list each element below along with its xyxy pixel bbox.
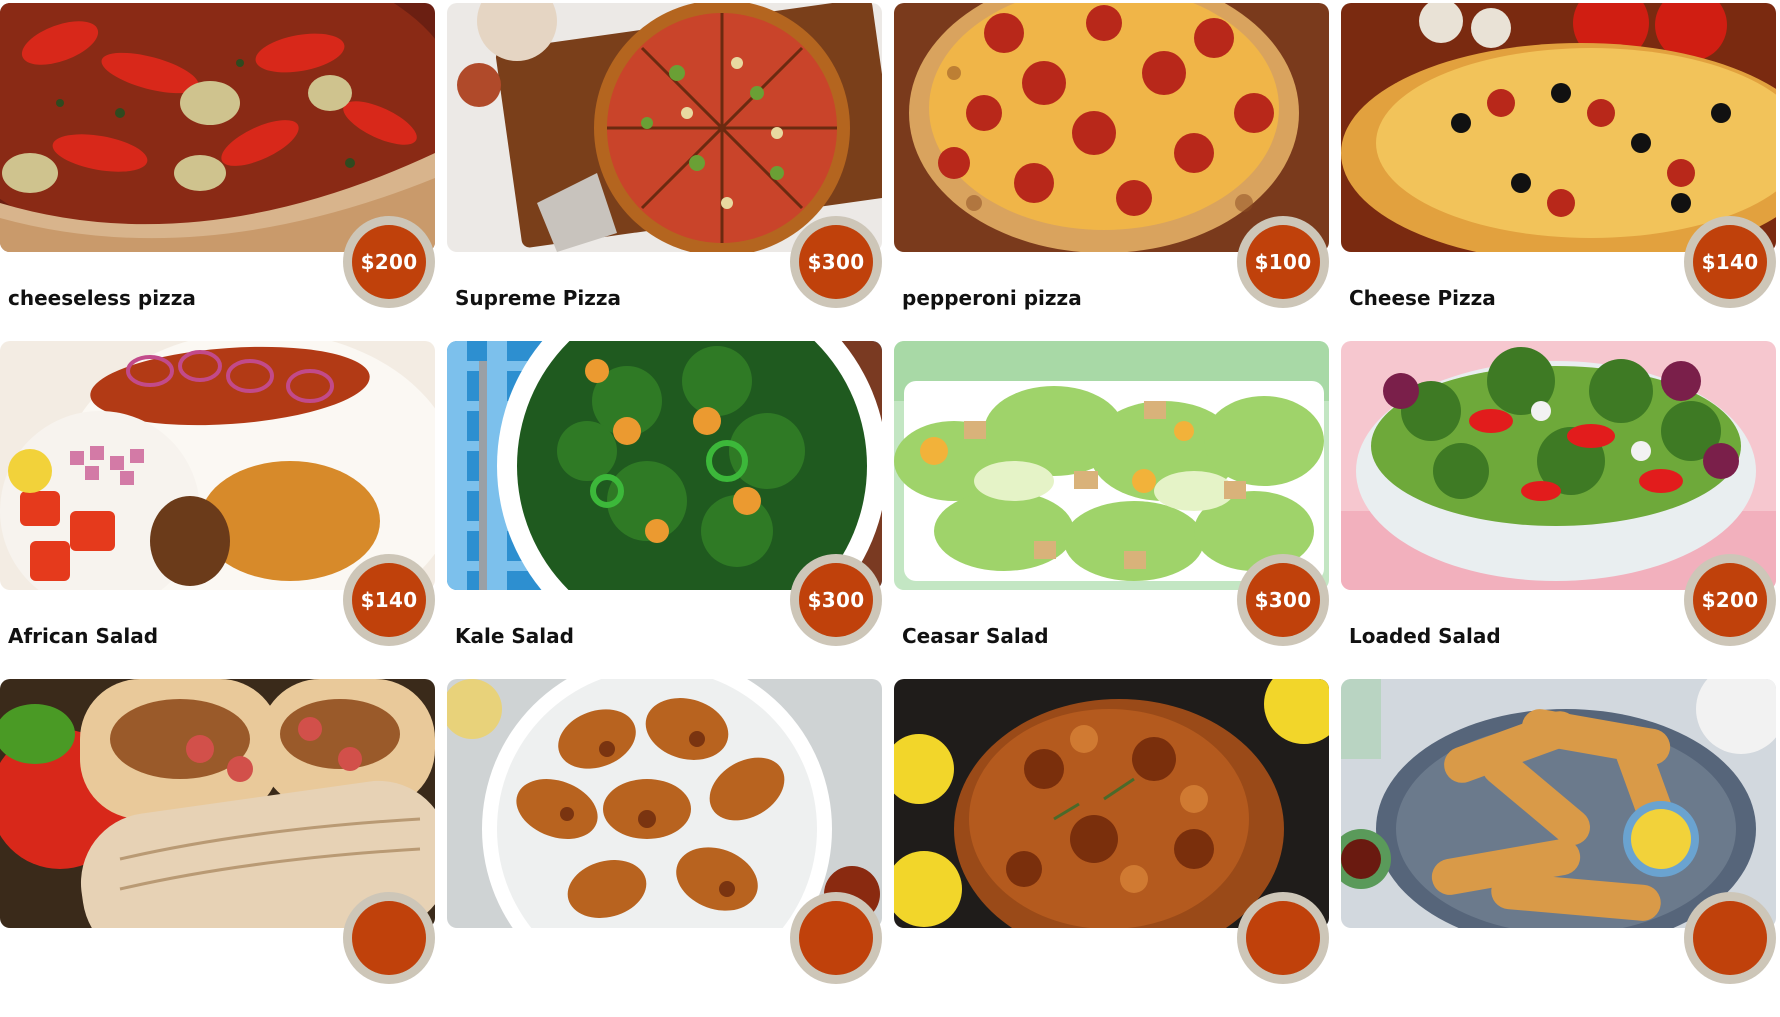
- price-badge: [1684, 892, 1776, 984]
- food-image-salad-loaded-bowl[interactable]: [1341, 341, 1776, 590]
- item-name[interactable]: cheeseless pizza: [8, 286, 196, 310]
- food-image-pizza-roasted-peppers[interactable]: [0, 3, 435, 252]
- item-name[interactable]: Kale Salad: [455, 624, 574, 648]
- price-badge: $140: [343, 554, 435, 646]
- food-image-chicken-tenders[interactable]: [1341, 679, 1776, 928]
- price-badge: $100: [1237, 216, 1329, 308]
- food-image-pizza-supreme-sliced[interactable]: [447, 3, 882, 252]
- price-badge: $140: [1684, 216, 1776, 308]
- menu-card[interactable]: $300 Supreme Pizza: [447, 3, 882, 341]
- price-label: $300: [799, 225, 873, 299]
- menu-card[interactable]: $100 pepperoni pizza: [894, 3, 1329, 341]
- price-label: [1693, 901, 1767, 975]
- price-badge: $200: [343, 216, 435, 308]
- menu-grid: $200 cheeseless pizza $300 Supreme Pizza…: [0, 3, 1780, 1017]
- item-name[interactable]: Loaded Salad: [1349, 624, 1501, 648]
- price-badge: $300: [1237, 554, 1329, 646]
- price-badge: [790, 892, 882, 984]
- price-label: $100: [1246, 225, 1320, 299]
- item-name[interactable]: Ceasar Salad: [902, 624, 1049, 648]
- menu-card[interactable]: $300 Kale Salad: [447, 341, 882, 679]
- menu-card[interactable]: $200 cheeseless pizza: [0, 3, 435, 341]
- menu-card[interactable]: $140 African Salad: [0, 341, 435, 679]
- price-label: $300: [799, 563, 873, 637]
- price-badge: [343, 892, 435, 984]
- menu-card[interactable]: [1341, 679, 1776, 1017]
- menu-card[interactable]: $140 Cheese Pizza: [1341, 3, 1776, 341]
- menu-card[interactable]: [447, 679, 882, 1017]
- menu-card[interactable]: [894, 679, 1329, 1017]
- price-label: [1246, 901, 1320, 975]
- food-image-pizza-cheese-olives[interactable]: [1341, 3, 1776, 252]
- item-name[interactable]: African Salad: [8, 624, 158, 648]
- price-badge: $300: [790, 554, 882, 646]
- food-image-salad-african-fish[interactable]: [0, 341, 435, 590]
- food-image-wraps-shawarma[interactable]: [0, 679, 435, 928]
- item-name[interactable]: Supreme Pizza: [455, 286, 621, 310]
- item-name[interactable]: pepperoni pizza: [902, 286, 1082, 310]
- menu-card[interactable]: $300 Ceasar Salad: [894, 341, 1329, 679]
- menu-card[interactable]: $200 Loaded Salad: [1341, 341, 1776, 679]
- price-badge: $200: [1684, 554, 1776, 646]
- food-image-roast-chicken[interactable]: [894, 679, 1329, 928]
- menu-card[interactable]: [0, 679, 435, 1017]
- price-label: [799, 901, 873, 975]
- price-label: $300: [1246, 563, 1320, 637]
- food-image-pizza-pepperoni[interactable]: [894, 3, 1329, 252]
- price-label: $200: [1693, 563, 1767, 637]
- price-badge: $300: [790, 216, 882, 308]
- price-label: [352, 901, 426, 975]
- food-image-salad-caesar[interactable]: [894, 341, 1329, 590]
- price-label: $200: [352, 225, 426, 299]
- price-label: $140: [1693, 225, 1767, 299]
- price-badge: [1237, 892, 1329, 984]
- food-image-chicken-wings[interactable]: [447, 679, 882, 928]
- price-label: $140: [352, 563, 426, 637]
- food-image-salad-kale[interactable]: [447, 341, 882, 590]
- item-name[interactable]: Cheese Pizza: [1349, 286, 1496, 310]
